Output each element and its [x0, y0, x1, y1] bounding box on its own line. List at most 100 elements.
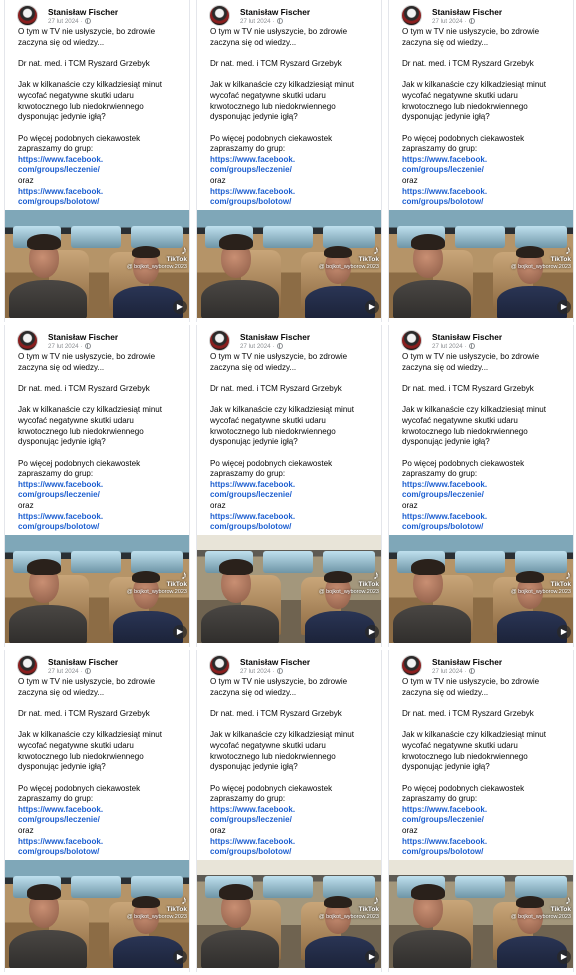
video-player[interactable]: ♪ TikTok @ bojkot_wyborow.2023 ▶ [5, 210, 189, 318]
post-date[interactable]: 27 lut 2024 [432, 343, 463, 350]
text-line: O tym w TV nie usłyszycie, bo zdrowie [210, 677, 348, 686]
avatar[interactable] [401, 5, 422, 26]
post-date[interactable]: 27 lut 2024 [432, 18, 463, 25]
globe-icon [277, 18, 284, 24]
speaker-icon[interactable]: ▶ [173, 300, 187, 314]
avatar[interactable] [401, 655, 422, 676]
video-player[interactable]: ♪ TikTok @ bojkot_wyborow.2023 ▶ [5, 860, 189, 968]
text-line: Dr nat. med. i TCM Ryszard Grzebyk [18, 708, 150, 718]
group-link-leczenie[interactable]: https://www.facebook. [18, 480, 186, 491]
group-link-bolotow-cont[interactable]: com/groups/bolotow/ [402, 847, 570, 858]
avatar[interactable] [401, 330, 422, 351]
group-link-bolotow[interactable]: https://www.facebook. [402, 187, 570, 198]
text-line: Dr nat. med. i TCM Ryszard Grzebyk [402, 383, 534, 393]
date-separator: · [80, 668, 83, 675]
post-date[interactable]: 27 lut 2024 [48, 343, 79, 350]
text-line: zaczyna się od wiedzy... [210, 37, 297, 47]
group-link-leczenie[interactable]: https://www.facebook. [18, 805, 186, 816]
author-name[interactable]: Stanisław Fischer [432, 7, 502, 17]
author-name[interactable]: Stanisław Fischer [48, 657, 118, 667]
text-line: oraz [402, 826, 418, 836]
avatar[interactable] [209, 655, 230, 676]
text-line: zapraszamy do grup: [18, 794, 94, 804]
group-link-bolotow[interactable]: https://www.facebook. [402, 512, 570, 523]
group-link-leczenie[interactable]: https://www.facebook. [402, 480, 570, 491]
group-link-leczenie[interactable]: https://www.facebook. [210, 805, 378, 816]
text-line: zapraszamy do grup: [402, 794, 478, 804]
post-date[interactable]: 27 lut 2024 [240, 343, 271, 350]
video-player[interactable]: ♪ TikTok @ bojkot_wyborow.2023 ▶ [197, 535, 381, 643]
post-date[interactable]: 27 lut 2024 [48, 18, 79, 25]
video-player[interactable]: ♪ TikTok @ bojkot_wyborow.2023 ▶ [389, 860, 573, 968]
author-name[interactable]: Stanisław Fischer [240, 657, 310, 667]
group-link-leczenie[interactable]: https://www.facebook. [18, 155, 186, 166]
avatar[interactable] [17, 655, 38, 676]
post-date[interactable]: 27 lut 2024 [432, 668, 463, 675]
group-link-bolotow[interactable]: https://www.facebook. [210, 187, 378, 198]
post-date[interactable]: 27 lut 2024 [240, 668, 271, 675]
text-line: wycofać negatywne skutki udaru [402, 415, 518, 425]
group-link-bolotow-cont[interactable]: com/groups/bolotow/ [18, 197, 186, 208]
group-link-leczenie-cont[interactable]: com/groups/leczenie/ [210, 490, 378, 501]
group-link-leczenie-cont[interactable]: com/groups/leczenie/ [18, 490, 186, 501]
group-link-bolotow[interactable]: https://www.facebook. [18, 187, 186, 198]
video-player[interactable]: ♪ TikTok @ bojkot_wyborow.2023 ▶ [197, 860, 381, 968]
group-link-bolotow[interactable]: https://www.facebook. [210, 837, 378, 848]
group-link-bolotow-cont[interactable]: com/groups/bolotow/ [210, 197, 378, 208]
avatar[interactable] [17, 330, 38, 351]
group-link-bolotow[interactable]: https://www.facebook. [18, 837, 186, 848]
speaker-icon[interactable]: ▶ [173, 950, 187, 964]
group-link-leczenie[interactable]: https://www.facebook. [402, 155, 570, 166]
author-name[interactable]: Stanisław Fischer [240, 7, 310, 17]
group-link-bolotow-cont[interactable]: com/groups/bolotow/ [18, 847, 186, 858]
speaker-icon[interactable]: ▶ [173, 625, 187, 639]
post-date[interactable]: 27 lut 2024 [48, 668, 79, 675]
group-link-bolotow-cont[interactable]: com/groups/bolotow/ [402, 522, 570, 533]
group-link-bolotow[interactable]: https://www.facebook. [18, 512, 186, 523]
group-link-leczenie-cont[interactable]: com/groups/leczenie/ [210, 815, 378, 826]
avatar[interactable] [17, 5, 38, 26]
author-name[interactable]: Stanisław Fischer [432, 657, 502, 667]
group-link-leczenie[interactable]: https://www.facebook. [210, 480, 378, 491]
video-player[interactable]: ♪ TikTok @ bojkot_wyborow.2023 ▶ [389, 210, 573, 318]
group-link-leczenie-cont[interactable]: com/groups/leczenie/ [18, 165, 186, 176]
video-player[interactable]: ♪ TikTok @ bojkot_wyborow.2023 ▶ [197, 210, 381, 318]
video-player[interactable]: ♪ TikTok @ bojkot_wyborow.2023 ▶ [389, 535, 573, 643]
text-line: zaczyna się od wiedzy... [402, 362, 489, 372]
group-link-leczenie[interactable]: https://www.facebook. [402, 805, 570, 816]
author-name[interactable]: Stanisław Fischer [432, 332, 502, 342]
text-line: oraz [210, 826, 226, 836]
author-name[interactable]: Stanisław Fischer [240, 332, 310, 342]
group-link-leczenie-cont[interactable]: com/groups/leczenie/ [210, 165, 378, 176]
group-link-bolotow-cont[interactable]: com/groups/bolotow/ [402, 197, 570, 208]
group-link-leczenie-cont[interactable]: com/groups/leczenie/ [402, 490, 570, 501]
post-card: Stanisław Fischer 27 lut 2024 · O tym w … [196, 0, 382, 322]
speaker-icon[interactable]: ▶ [365, 625, 379, 639]
video-player[interactable]: ♪ TikTok @ bojkot_wyborow.2023 ▶ [5, 535, 189, 643]
group-link-bolotow-cont[interactable]: com/groups/bolotow/ [210, 847, 378, 858]
date-separator: · [464, 18, 467, 25]
group-link-bolotow[interactable]: https://www.facebook. [402, 837, 570, 848]
group-link-bolotow-cont[interactable]: com/groups/bolotow/ [210, 522, 378, 533]
tiktok-watermark: ♪ TikTok @ bojkot_wyborow.2023 [319, 244, 379, 271]
avatar[interactable] [209, 5, 230, 26]
speaker-icon[interactable]: ▶ [365, 950, 379, 964]
speaker-icon[interactable]: ▶ [557, 950, 571, 964]
speaker-icon[interactable]: ▶ [557, 625, 571, 639]
tiktok-username: @ bojkot_wyborow.2023 [318, 589, 379, 595]
group-link-bolotow[interactable]: https://www.facebook. [210, 512, 378, 523]
group-link-bolotow-cont[interactable]: com/groups/bolotow/ [18, 522, 186, 533]
avatar[interactable] [209, 330, 230, 351]
speaker-icon[interactable]: ▶ [557, 300, 571, 314]
author-name[interactable]: Stanisław Fischer [48, 7, 118, 17]
text-line: dysponując jedynie igłą? [210, 437, 298, 447]
post-date[interactable]: 27 lut 2024 [240, 18, 271, 25]
globe-icon [85, 343, 92, 349]
author-name[interactable]: Stanisław Fischer [48, 332, 118, 342]
group-link-leczenie-cont[interactable]: com/groups/leczenie/ [402, 815, 570, 826]
group-link-leczenie-cont[interactable]: com/groups/leczenie/ [402, 165, 570, 176]
group-link-leczenie-cont[interactable]: com/groups/leczenie/ [18, 815, 186, 826]
tiktok-watermark: ♪ TikTok @ bojkot_wyborow.2023 [319, 894, 379, 921]
group-link-leczenie[interactable]: https://www.facebook. [210, 155, 378, 166]
speaker-icon[interactable]: ▶ [365, 300, 379, 314]
